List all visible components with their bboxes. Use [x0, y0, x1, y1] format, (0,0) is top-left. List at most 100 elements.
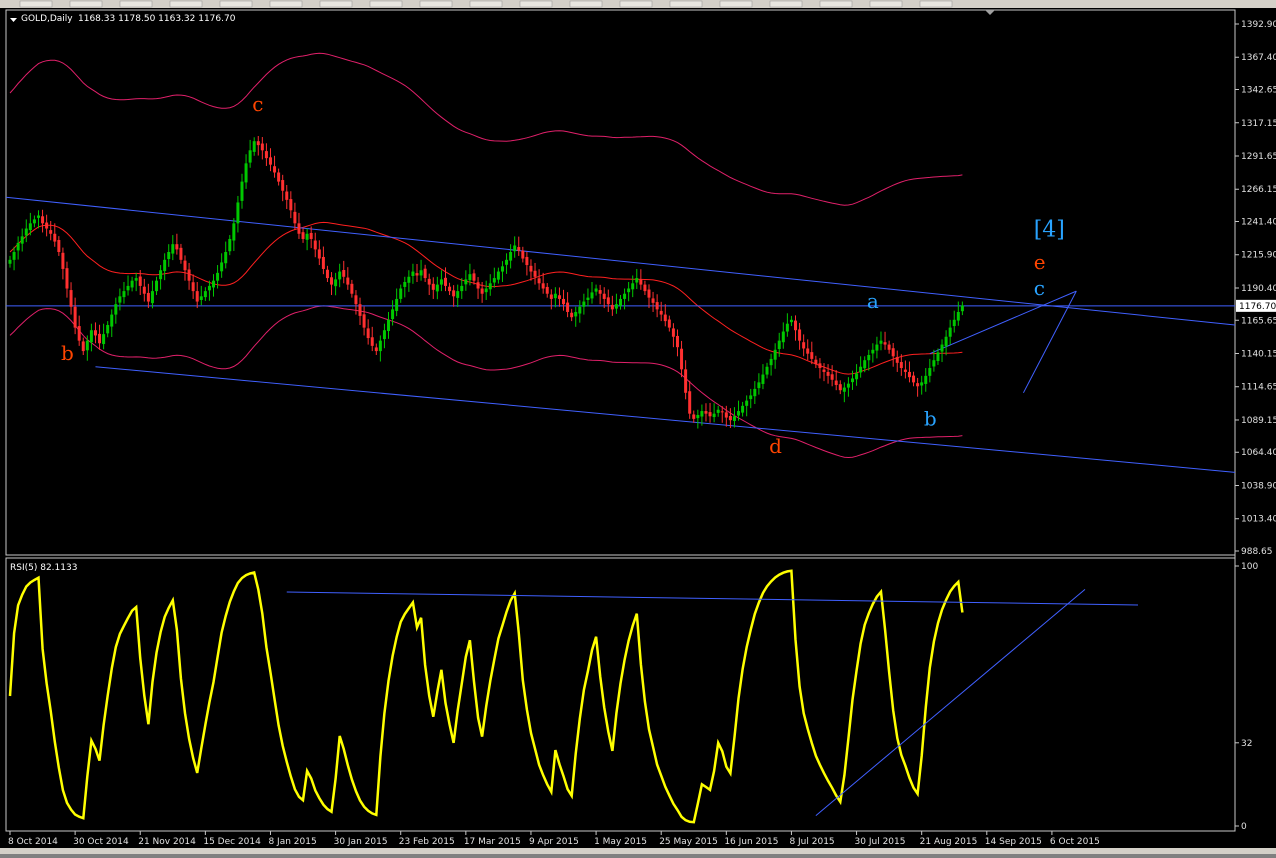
candle-body	[924, 375, 928, 384]
price-tick-label: 1367.40	[1241, 53, 1276, 63]
candle-body	[500, 266, 504, 272]
candle-body	[411, 271, 415, 276]
candle-body	[260, 143, 264, 151]
wave-label: b	[924, 406, 937, 430]
price-tick-label: 1215.90	[1241, 251, 1276, 261]
candle-body	[769, 358, 773, 366]
candle-body	[749, 395, 753, 400]
candle-body	[680, 348, 684, 370]
candle-body	[623, 293, 627, 299]
candle-body	[757, 382, 761, 389]
candle-body	[895, 357, 899, 363]
candle-body	[472, 273, 476, 281]
chart-canvas[interactable]: bcd[4]eabc 1392.901367.401342.651317.151…	[0, 0, 1276, 854]
candle-body	[36, 215, 40, 218]
candle-body	[765, 366, 769, 375]
candle-body	[146, 292, 150, 302]
candle-body	[16, 242, 20, 251]
price-axis[interactable]: 1392.90 1367.40 1342.65 1317.15 1291.65 1266.…	[1235, 20, 1276, 557]
candle-body	[334, 279, 338, 287]
time-tick-label: 6 Oct 2015	[1050, 837, 1100, 847]
price-tick-label: 1114.65	[1241, 383, 1276, 393]
time-tick-label: 8 Oct 2014	[8, 837, 58, 847]
candle-body	[899, 362, 903, 369]
candle-body	[692, 414, 696, 419]
candle-body	[940, 344, 944, 352]
candle-body	[93, 330, 97, 336]
chart-window[interactable]: b c d [4] e a b c 1392.90 1367.40 1342.65 1317.15 1…	[0, 0, 1276, 854]
candle-body	[248, 150, 252, 163]
candle-body	[753, 388, 757, 397]
candle-body	[399, 288, 403, 299]
candle-body	[602, 293, 606, 299]
candle-body	[273, 166, 277, 173]
candle-body	[712, 413, 716, 418]
candle-body	[916, 383, 920, 387]
time-tick-label: 25 May 2015	[659, 837, 718, 847]
candle-body	[281, 180, 285, 191]
wave-label: c	[1034, 276, 1045, 300]
candle-body	[594, 288, 598, 292]
candle-body	[794, 320, 798, 331]
candle-body	[354, 295, 358, 305]
time-axis: 8 Oct 2014 30 Oct 2014 21 Nov 2014 15 Dec 2…	[8, 831, 1100, 847]
candle-body	[700, 411, 704, 417]
candle-body	[268, 157, 272, 165]
wave-label: c	[252, 92, 263, 116]
price-tick-label: 1190.40	[1241, 284, 1276, 294]
candle-body	[521, 250, 525, 259]
candle-body	[391, 309, 395, 320]
price-pane[interactable]	[5, 9, 1236, 556]
candle-body	[195, 291, 199, 302]
candle-body	[309, 232, 313, 239]
candle-body	[301, 232, 305, 239]
candle-body	[830, 374, 834, 380]
candle-body	[822, 369, 826, 372]
candle-body	[122, 291, 126, 298]
candle-body	[533, 270, 537, 277]
candle-body	[639, 279, 643, 285]
candle-body	[236, 202, 240, 224]
toolbar-tab	[469, 0, 503, 8]
candle-body	[720, 411, 724, 413]
rsi-pane[interactable]	[5, 557, 1236, 832]
candle-body	[667, 319, 671, 328]
rsi-tick-label: 32	[1241, 739, 1252, 749]
price-tick-label: 1317.15	[1241, 119, 1276, 129]
toolbar-tab	[619, 0, 653, 8]
candle-body	[207, 285, 211, 291]
candle-body	[49, 230, 53, 234]
candle-body	[557, 295, 561, 299]
candle-body	[114, 304, 118, 315]
candle-body	[586, 297, 590, 300]
candle-body	[724, 412, 728, 418]
toolbar-tab	[819, 0, 853, 8]
candle-body	[484, 288, 488, 293]
candle-body	[846, 383, 850, 388]
candle-body	[907, 371, 911, 378]
candle-body	[948, 327, 952, 337]
candle-body	[57, 240, 61, 253]
candle-body	[745, 400, 749, 406]
candle-body	[708, 412, 712, 417]
candle-body	[619, 298, 622, 306]
candle-body	[378, 340, 382, 352]
candle-body	[655, 302, 659, 310]
toolbar-tab	[869, 0, 903, 8]
candle-body	[903, 369, 907, 372]
candle-body	[891, 348, 895, 357]
candle-body	[855, 373, 859, 380]
time-tick-label: 21 Aug 2015	[920, 837, 978, 847]
candle-body	[224, 252, 228, 264]
candle-body	[220, 262, 224, 272]
candle-body	[456, 291, 460, 298]
candle-body	[297, 223, 301, 234]
candle-body	[553, 293, 557, 299]
candle-body	[150, 291, 154, 304]
candle-body	[89, 330, 93, 343]
price-tick-label: 988.65	[1241, 547, 1273, 557]
candle-body	[240, 181, 244, 201]
candle-body	[362, 314, 366, 328]
candle-body	[407, 276, 411, 283]
wave-label: e	[1034, 250, 1046, 274]
